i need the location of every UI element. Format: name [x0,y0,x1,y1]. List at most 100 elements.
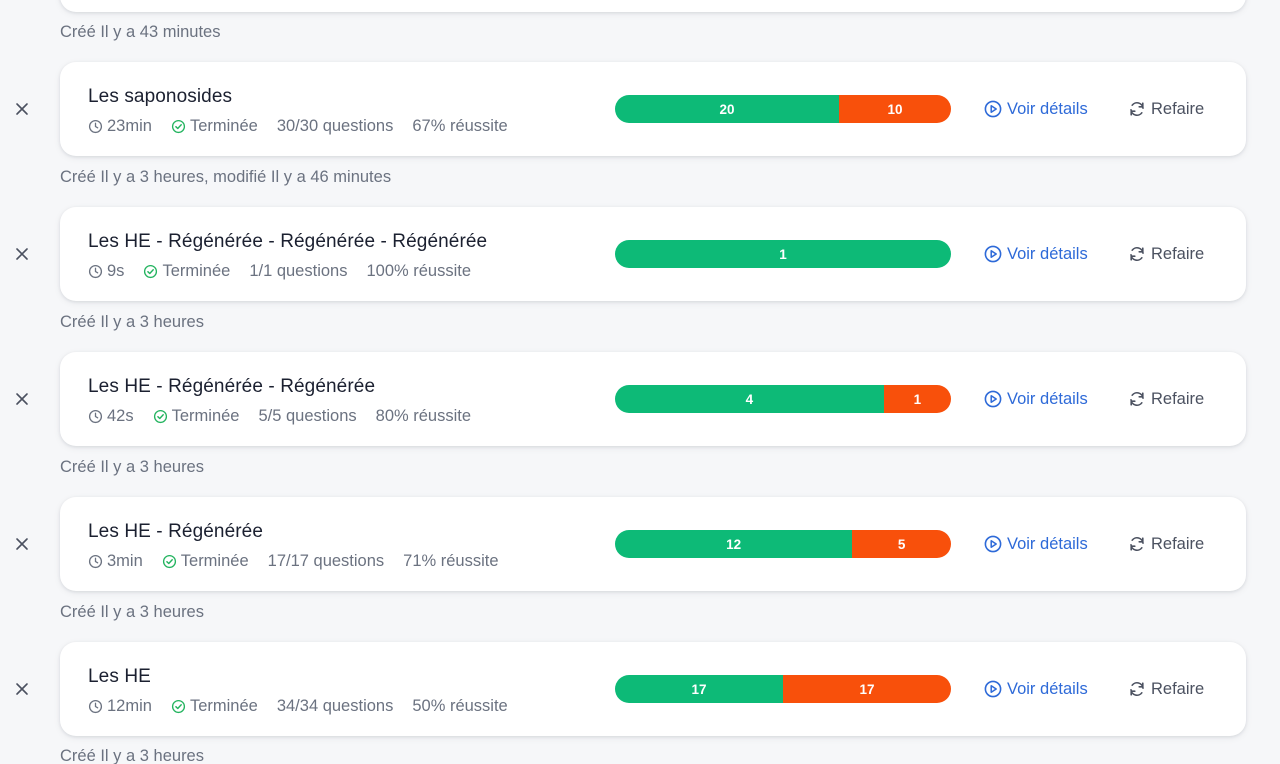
refresh-icon [1130,246,1144,262]
duration-text: 9s [107,262,125,280]
duration: 12min [88,696,152,716]
session-title: Les HE [88,666,151,687]
clock-icon [88,699,103,713]
session-card: Les HE - Régénérée 3min Terminée 17/17 q… [60,497,1246,591]
play-circle-icon [984,680,1002,698]
status-text: Terminée [171,407,240,425]
correct-segment: 1 [615,240,951,268]
question-count: 1/1 questions [249,262,348,280]
created-timestamp: Créé Il y a 3 heures [60,747,204,764]
clock-icon [88,119,103,133]
session-meta: 42s Terminée 5/5 questions 80% réussite [88,406,490,426]
delete-button[interactable] [12,389,32,409]
session-title: Les saponosides [88,86,233,107]
redo-label: Refaire [1151,100,1205,118]
status: Terminée [153,406,240,426]
check-circle-icon [171,699,186,713]
redo-button[interactable]: Refaire [1128,679,1204,699]
details-button[interactable]: Voir détails [984,389,1088,409]
delete-button[interactable] [12,244,32,264]
close-icon [16,393,28,405]
session-title: Les HE - Régénérée [88,521,264,542]
details-button[interactable]: Voir détails [984,679,1088,699]
duration: 9s [88,261,124,281]
status-text: Terminée [180,552,249,570]
wrong-segment: 5 [852,530,951,558]
question-count: 34/34 questions [276,697,394,715]
delete-button[interactable] [12,534,32,554]
status-text: Terminée [189,117,258,135]
score-bar: 20 10 [615,95,951,123]
details-button[interactable]: Voir détails [984,99,1088,119]
success-rate: 67% réussite [412,117,508,135]
question-count: 17/17 questions [267,552,385,570]
redo-label: Refaire [1151,535,1205,553]
clock-icon [88,554,103,568]
session-meta: 3min Terminée 17/17 questions 71% réussi… [88,551,518,571]
close-icon [16,103,28,115]
details-label: Voir détails [1007,390,1088,408]
success-rate: 50% réussite [412,697,508,715]
session-row: Les HE 12min Terminée 34/34 questions 50… [0,642,1280,736]
success-rate: 80% réussite [375,407,472,425]
session-meta: 23min Terminée 30/30 questions 67% réuss… [88,116,527,136]
created-timestamp: Créé Il y a 3 heures [60,458,204,476]
details-label: Voir détails [1007,100,1088,118]
session-card: Les saponosides 23min Terminée 30/30 que… [60,62,1246,156]
duration-text: 42s [107,407,134,425]
details-button[interactable]: Voir détails [984,244,1088,264]
check-circle-icon [153,409,167,423]
created-timestamp: Créé Il y a 3 heures [60,313,204,331]
details-label: Voir détails [1007,535,1088,553]
redo-button[interactable]: Refaire [1128,534,1204,554]
duration: 42s [88,406,134,426]
status: Terminée [162,551,249,571]
redo-label: Refaire [1151,390,1205,408]
duration-text: 23min [107,117,152,135]
refresh-icon [1130,391,1144,407]
session-meta: 9s Terminée 1/1 questions 100% réussite [88,261,490,281]
duration: 23min [88,116,152,136]
details-button[interactable]: Voir détails [984,534,1088,554]
status: Terminée [143,261,230,281]
session-row: Les HE - Régénérée - Régénérée - Régénér… [0,207,1280,301]
duration: 3min [88,551,143,571]
score-bar: 17 17 [615,675,951,703]
play-circle-icon [984,100,1002,118]
play-circle-icon [984,245,1002,263]
success-rate: 71% réussite [403,552,499,570]
session-row: Les HE - Régénérée 3min Terminée 17/17 q… [0,497,1280,591]
session-title: Les HE - Régénérée - Régénérée - Régénér… [88,231,488,252]
play-circle-icon [984,535,1002,553]
created-timestamp: Créé Il y a 43 minutes [60,23,221,41]
previous-session-card [60,0,1246,12]
check-circle-icon [171,119,186,133]
duration-text: 12min [107,697,152,715]
redo-label: Refaire [1151,680,1205,698]
correct-segment: 17 [615,675,783,703]
question-count: 30/30 questions [276,117,394,135]
refresh-icon [1130,101,1144,117]
refresh-icon [1130,681,1144,697]
close-icon [16,538,28,550]
correct-segment: 12 [615,530,853,558]
session-card: Les HE 12min Terminée 34/34 questions 50… [60,642,1246,736]
duration-text: 3min [107,552,143,570]
wrong-segment: 17 [783,675,951,703]
redo-button[interactable]: Refaire [1128,99,1204,119]
status-text: Terminée [162,262,231,280]
delete-button[interactable] [12,99,32,119]
close-icon [16,248,28,260]
session-card: Les HE - Régénérée - Régénérée - Régénér… [60,207,1246,301]
details-label: Voir détails [1007,680,1088,698]
session-card: Les HE - Régénérée - Régénérée 42s Termi… [60,352,1246,446]
created-timestamp: Créé Il y a 3 heures, modifié Il y a 46 … [60,168,392,186]
delete-button[interactable] [12,679,32,699]
wrong-segment: 10 [839,95,951,123]
score-bar: 1 [615,240,951,268]
redo-button[interactable]: Refaire [1128,389,1204,409]
session-meta: 12min Terminée 34/34 questions 50% réuss… [88,696,527,716]
score-bar: 4 1 [615,385,951,413]
redo-button[interactable]: Refaire [1128,244,1204,264]
details-label: Voir détails [1007,245,1088,263]
